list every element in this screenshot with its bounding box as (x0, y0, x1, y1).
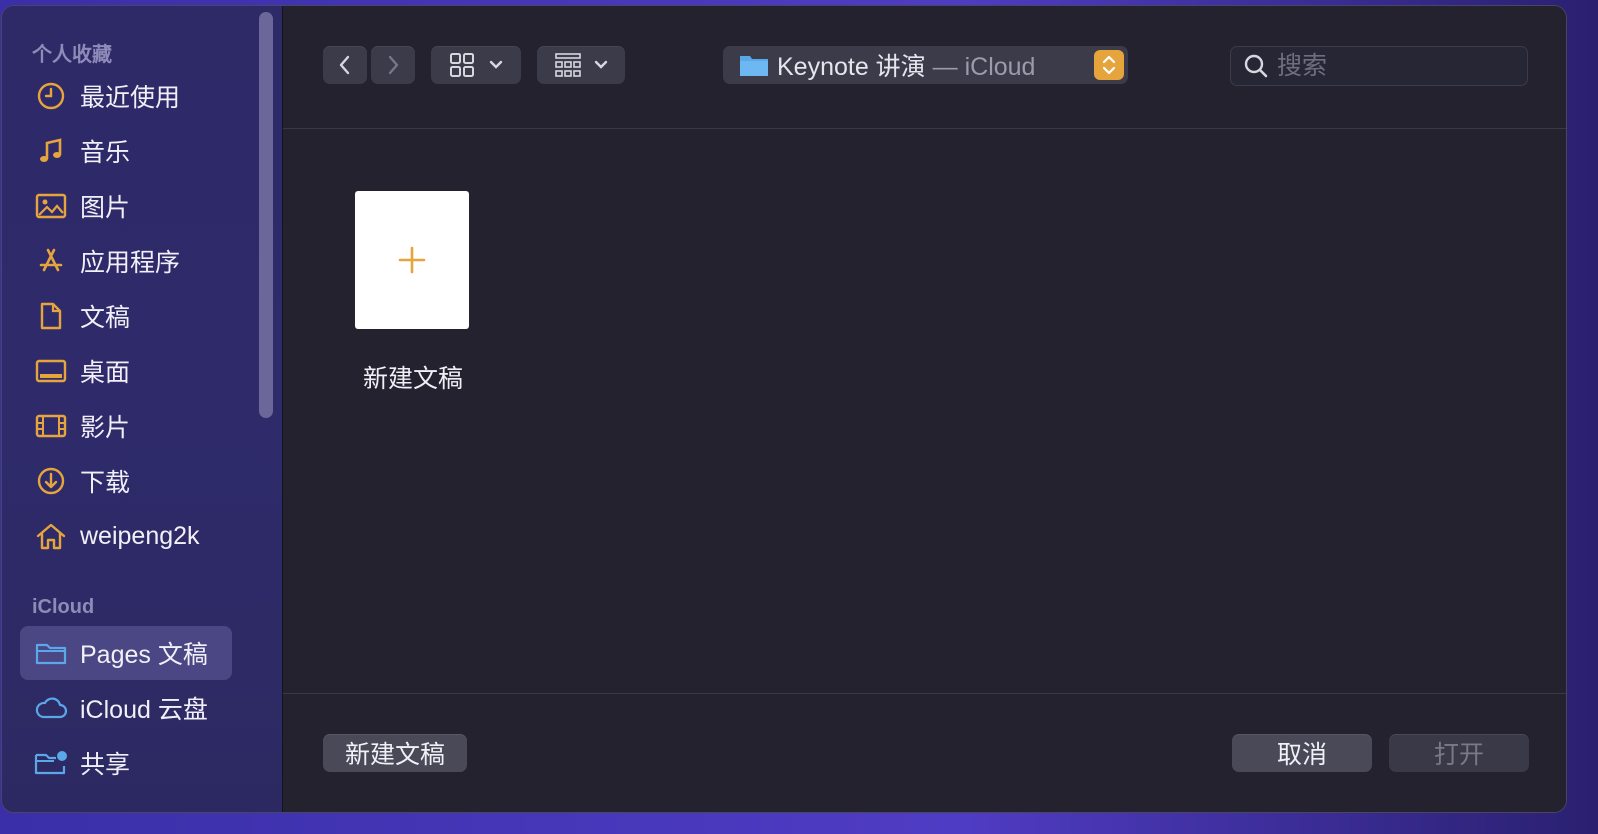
icon-view-button[interactable] (431, 46, 521, 84)
chevron-down-icon (594, 60, 608, 69)
clock-icon (34, 79, 68, 113)
sidebar-item-pages-docs[interactable]: Pages 文稿 (20, 626, 232, 680)
sidebar-item-label: 下载 (80, 469, 131, 497)
chevron-right-icon (388, 55, 399, 75)
sidebar-item-label: 应用程序 (80, 249, 181, 277)
film-icon (34, 409, 68, 443)
open-button[interactable]: 打开 (1389, 734, 1529, 772)
sidebar-item-label: 音乐 (80, 139, 131, 167)
location-source: — iCloud (925, 53, 1036, 81)
sidebar-item-documents[interactable]: 文稿 (20, 289, 232, 343)
folder-icon (739, 52, 769, 78)
main-panel: Keynote 讲演 — iCloud 新建文稿 新建文稿 取消 打开 (283, 6, 1566, 812)
search-icon (1243, 53, 1269, 79)
folder-icon (34, 636, 68, 670)
sidebar-section-icloud: iCloud (32, 596, 95, 618)
location-label: Keynote 讲演 — iCloud (777, 47, 1035, 83)
search-input[interactable] (1275, 50, 1499, 82)
sidebar-item-label: 桌面 (80, 359, 131, 387)
search-field[interactable] (1230, 46, 1528, 86)
sidebar-item-label: iCloud 云盘 (80, 696, 208, 724)
dialog-footer: 新建文稿 取消 打开 (283, 693, 1566, 812)
desktop-icon (34, 354, 68, 388)
sidebar-item-music[interactable]: 音乐 (20, 124, 232, 178)
location-popup[interactable]: Keynote 讲演 — iCloud (723, 46, 1128, 84)
sidebar: 个人收藏 最近使用 音乐 图片 应用程序 文稿 桌面 影片 下载 weipeng… (2, 6, 283, 812)
sidebar-item-label: Pages 文稿 (80, 641, 208, 669)
file-dialog: 个人收藏 最近使用 音乐 图片 应用程序 文稿 桌面 影片 下载 weipeng… (2, 6, 1566, 812)
sidebar-item-pictures[interactable]: 图片 (20, 179, 232, 233)
cancel-button[interactable]: 取消 (1232, 734, 1372, 772)
cloud-icon (34, 691, 68, 725)
plus-icon (398, 246, 426, 274)
photo-icon (34, 189, 68, 223)
sidebar-item-downloads[interactable]: 下载 (20, 454, 232, 508)
sidebar-item-label: 影片 (80, 414, 131, 442)
sidebar-item-applications[interactable]: 应用程序 (20, 234, 232, 288)
chevron-down-icon (489, 60, 503, 69)
sidebar-item-label: 图片 (80, 194, 131, 222)
sidebar-item-recents[interactable]: 最近使用 (20, 69, 232, 123)
sidebar-item-icloud-drive[interactable]: iCloud 云盘 (20, 681, 232, 735)
sidebar-item-home[interactable]: weipeng2k (20, 509, 232, 563)
location-stepper[interactable] (1094, 50, 1124, 80)
back-button[interactable] (323, 46, 367, 84)
document-icon (34, 299, 68, 333)
sidebar-item-movies[interactable]: 影片 (20, 399, 232, 453)
group-view-button[interactable] (537, 46, 625, 84)
new-document-tile-label: 新建文稿 (362, 365, 463, 393)
sidebar-item-label: weipeng2k (80, 521, 200, 550)
home-icon (34, 519, 68, 553)
file-browser: 新建文稿 (283, 129, 1566, 693)
sidebar-section-favorites: 个人收藏 (32, 44, 112, 66)
download-icon (34, 464, 68, 498)
location-name: Keynote 讲演 (777, 53, 926, 81)
gallery-icon (555, 53, 581, 77)
chevron-left-icon (339, 55, 350, 75)
up-down-chevron-icon (1102, 55, 1116, 75)
toolbar: Keynote 讲演 — iCloud (283, 6, 1566, 129)
sidebar-scrollbar[interactable] (259, 12, 273, 418)
app-store-icon (34, 244, 68, 278)
grid-icon (450, 53, 474, 77)
new-document-tile[interactable] (355, 191, 469, 329)
new-document-button[interactable]: 新建文稿 (323, 734, 467, 772)
music-note-icon (34, 134, 68, 168)
sidebar-item-label: 共享 (80, 751, 131, 779)
shared-folder-icon (34, 746, 68, 780)
sidebar-item-label: 文稿 (80, 304, 131, 332)
forward-button[interactable] (371, 46, 415, 84)
sidebar-item-desktop[interactable]: 桌面 (20, 344, 232, 398)
sidebar-item-label: 最近使用 (80, 84, 181, 112)
sidebar-item-shared[interactable]: 共享 (20, 736, 232, 790)
